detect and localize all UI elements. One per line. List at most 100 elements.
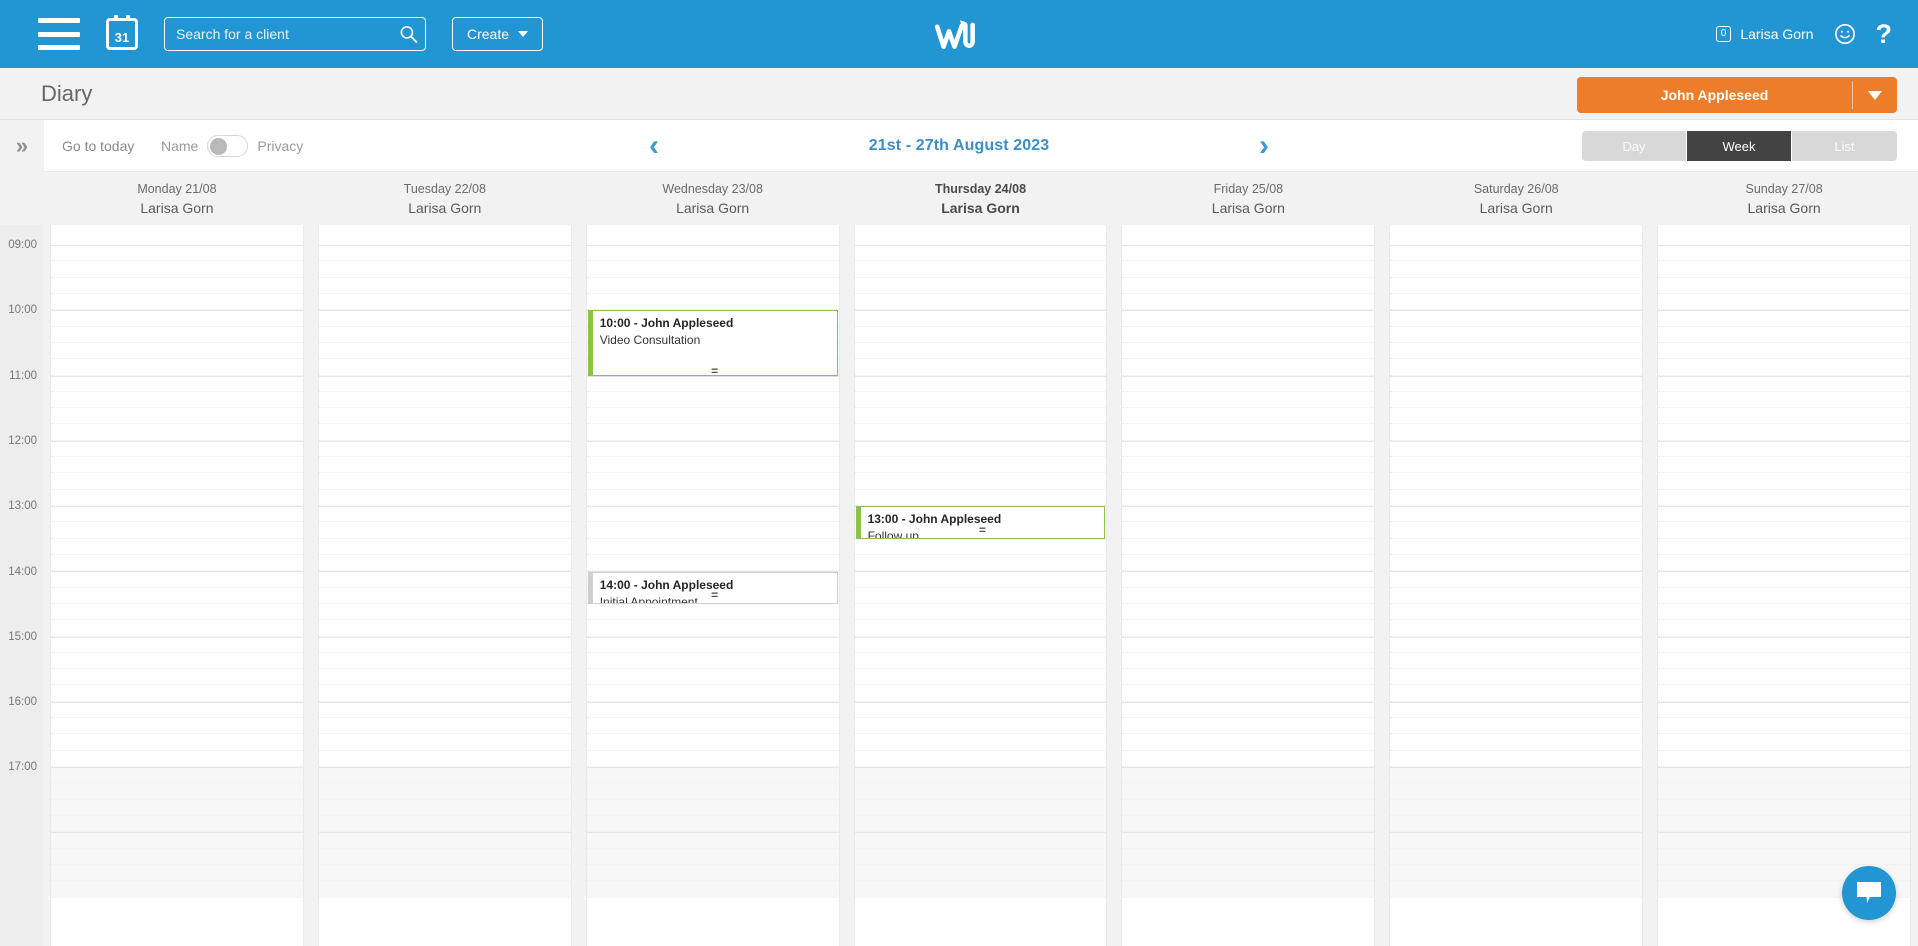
time-slot[interactable] <box>1390 816 1642 832</box>
time-slot[interactable] <box>1122 767 1374 783</box>
time-slot[interactable] <box>51 278 303 294</box>
time-slot[interactable] <box>51 865 303 881</box>
time-slot[interactable] <box>855 685 1107 701</box>
time-slot[interactable] <box>1390 278 1642 294</box>
time-slot[interactable] <box>51 637 303 653</box>
time-slot[interactable] <box>1122 245 1374 261</box>
time-slot[interactable] <box>51 408 303 424</box>
time-slot[interactable] <box>587 816 839 832</box>
time-slot[interactable] <box>51 555 303 571</box>
time-slot[interactable] <box>1390 702 1642 718</box>
time-slot[interactable] <box>1122 734 1374 750</box>
time-slot[interactable] <box>51 490 303 506</box>
time-slot[interactable] <box>1122 571 1374 587</box>
time-slot[interactable] <box>319 718 571 734</box>
time-slot[interactable] <box>51 522 303 538</box>
time-slot[interactable] <box>855 783 1107 799</box>
time-slot[interactable] <box>1658 800 1910 816</box>
time-slot[interactable] <box>855 588 1107 604</box>
time-slot[interactable] <box>1122 473 1374 489</box>
time-slot[interactable] <box>1658 506 1910 522</box>
time-slot[interactable] <box>319 490 571 506</box>
time-slot[interactable] <box>1122 800 1374 816</box>
time-slot[interactable] <box>319 522 571 538</box>
time-slot[interactable] <box>1122 653 1374 669</box>
day-column[interactable] <box>1389 225 1643 946</box>
hamburger-menu-icon[interactable] <box>38 18 80 50</box>
time-slot[interactable] <box>587 261 839 277</box>
time-slot[interactable] <box>1390 457 1642 473</box>
client-dropdown-toggle[interactable] <box>1853 91 1897 100</box>
time-slot[interactable] <box>51 816 303 832</box>
time-slot[interactable] <box>319 783 571 799</box>
time-slot[interactable] <box>1122 490 1374 506</box>
search-box[interactable] <box>164 17 426 51</box>
smiley-icon[interactable] <box>1834 23 1856 45</box>
time-slot[interactable] <box>51 849 303 865</box>
time-slot[interactable] <box>1658 767 1910 783</box>
time-slot[interactable] <box>51 881 303 897</box>
time-slot[interactable] <box>51 588 303 604</box>
time-slot[interactable] <box>1658 685 1910 701</box>
time-slot[interactable] <box>587 881 839 897</box>
time-slot[interactable] <box>1658 669 1910 685</box>
time-slot[interactable] <box>1122 310 1374 326</box>
time-slot[interactable] <box>587 832 839 848</box>
time-slot[interactable] <box>319 702 571 718</box>
time-slot[interactable] <box>587 457 839 473</box>
time-slot[interactable] <box>1658 424 1910 440</box>
time-slot[interactable] <box>855 718 1107 734</box>
time-slot[interactable] <box>855 327 1107 343</box>
time-slot[interactable] <box>1658 555 1910 571</box>
day-column[interactable] <box>50 225 304 946</box>
time-slot[interactable] <box>1390 849 1642 865</box>
time-slot[interactable] <box>1658 604 1910 620</box>
sidebar-expand-button[interactable]: » <box>0 120 44 172</box>
time-slot[interactable] <box>1390 261 1642 277</box>
time-slot[interactable] <box>319 604 571 620</box>
time-slot[interactable] <box>855 865 1107 881</box>
time-slot[interactable] <box>855 408 1107 424</box>
time-slot[interactable] <box>1658 783 1910 799</box>
create-button[interactable]: Create <box>452 17 543 51</box>
time-slot[interactable] <box>51 751 303 767</box>
time-slot[interactable] <box>855 261 1107 277</box>
time-slot[interactable] <box>51 604 303 620</box>
time-slot[interactable] <box>587 522 839 538</box>
time-slot[interactable] <box>855 816 1107 832</box>
time-slot[interactable] <box>1390 294 1642 310</box>
time-slot[interactable] <box>855 751 1107 767</box>
time-slot[interactable] <box>1122 343 1374 359</box>
time-slot[interactable] <box>51 376 303 392</box>
time-slot[interactable] <box>1658 588 1910 604</box>
appointment-card[interactable]: 13:00 - John AppleseedFollow up= <box>856 506 1106 539</box>
time-slot[interactable] <box>587 702 839 718</box>
time-slot[interactable] <box>51 457 303 473</box>
time-slot[interactable] <box>855 734 1107 750</box>
time-slot[interactable] <box>1658 653 1910 669</box>
time-slot[interactable] <box>1122 539 1374 555</box>
time-slot[interactable] <box>51 702 303 718</box>
view-mode-list[interactable]: List <box>1792 131 1897 161</box>
time-slot[interactable] <box>1122 685 1374 701</box>
time-slot[interactable] <box>319 669 571 685</box>
time-slot[interactable] <box>855 620 1107 636</box>
time-slot[interactable] <box>1122 849 1374 865</box>
time-slot[interactable] <box>1122 506 1374 522</box>
time-slot[interactable] <box>1390 718 1642 734</box>
time-slot[interactable] <box>1122 865 1374 881</box>
time-slot[interactable] <box>1122 702 1374 718</box>
time-slot[interactable] <box>1658 490 1910 506</box>
time-slot[interactable] <box>855 245 1107 261</box>
time-slot[interactable] <box>587 767 839 783</box>
day-column[interactable] <box>318 225 572 946</box>
time-slot[interactable] <box>1390 555 1642 571</box>
time-slot[interactable] <box>1122 620 1374 636</box>
time-slot[interactable] <box>587 734 839 750</box>
time-slot[interactable] <box>319 376 571 392</box>
time-slot[interactable] <box>1390 539 1642 555</box>
time-slot[interactable] <box>1658 816 1910 832</box>
time-slot[interactable] <box>1390 343 1642 359</box>
time-slot[interactable] <box>855 881 1107 897</box>
time-slot[interactable] <box>319 343 571 359</box>
